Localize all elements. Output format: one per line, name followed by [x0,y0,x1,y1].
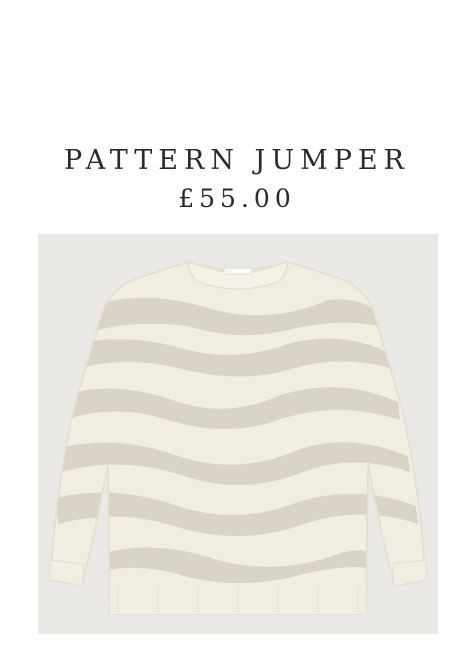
right-cuff [391,559,427,587]
brand-label [223,267,253,275]
sweater-illustration [49,261,427,615]
product-price: £55.00 [178,184,296,213]
product-image[interactable] [38,234,438,634]
product-title: PATTERN JUMPER [64,145,410,176]
left-cuff [49,559,85,587]
